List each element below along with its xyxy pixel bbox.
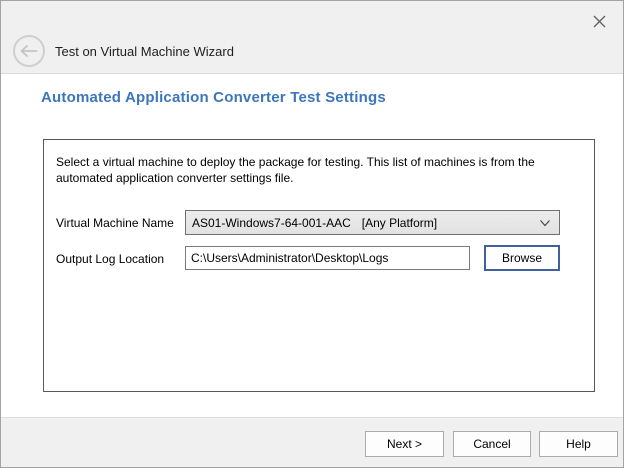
help-button[interactable]: Help [539,431,618,457]
back-arrow-icon [20,45,38,57]
output-log-label: Output Log Location [56,252,164,266]
wizard-header: Test on Virtual Machine Wizard [1,1,623,74]
wizard-title: Test on Virtual Machine Wizard [55,44,234,59]
vm-name-select[interactable]: AS01-Windows7-64-001-AAC [Any Platform] [185,210,560,235]
cancel-button[interactable]: Cancel [453,431,531,457]
page-title: Automated Application Converter Test Set… [41,89,386,106]
output-log-input[interactable] [185,246,470,270]
chevron-down-icon [539,217,551,229]
next-button[interactable]: Next > [365,431,444,457]
close-icon[interactable] [587,9,611,33]
settings-groupbox: Select a virtual machine to deploy the p… [43,139,595,392]
browse-button[interactable]: Browse [484,245,560,271]
wizard-dialog: Test on Virtual Machine Wizard Automated… [0,0,624,468]
wizard-footer: Next > Cancel Help [1,417,623,467]
close-icon-glyph [593,15,606,28]
vm-name-text: AS01-Windows7-64-001-AAC [192,216,351,230]
description-text: Select a virtual machine to deploy the p… [56,154,568,186]
back-button[interactable] [13,35,45,67]
vm-name-label: Virtual Machine Name [56,216,174,230]
vm-platform-text: [Any Platform] [362,216,437,230]
vm-selected-value: AS01-Windows7-64-001-AAC [Any Platform] [192,216,437,230]
